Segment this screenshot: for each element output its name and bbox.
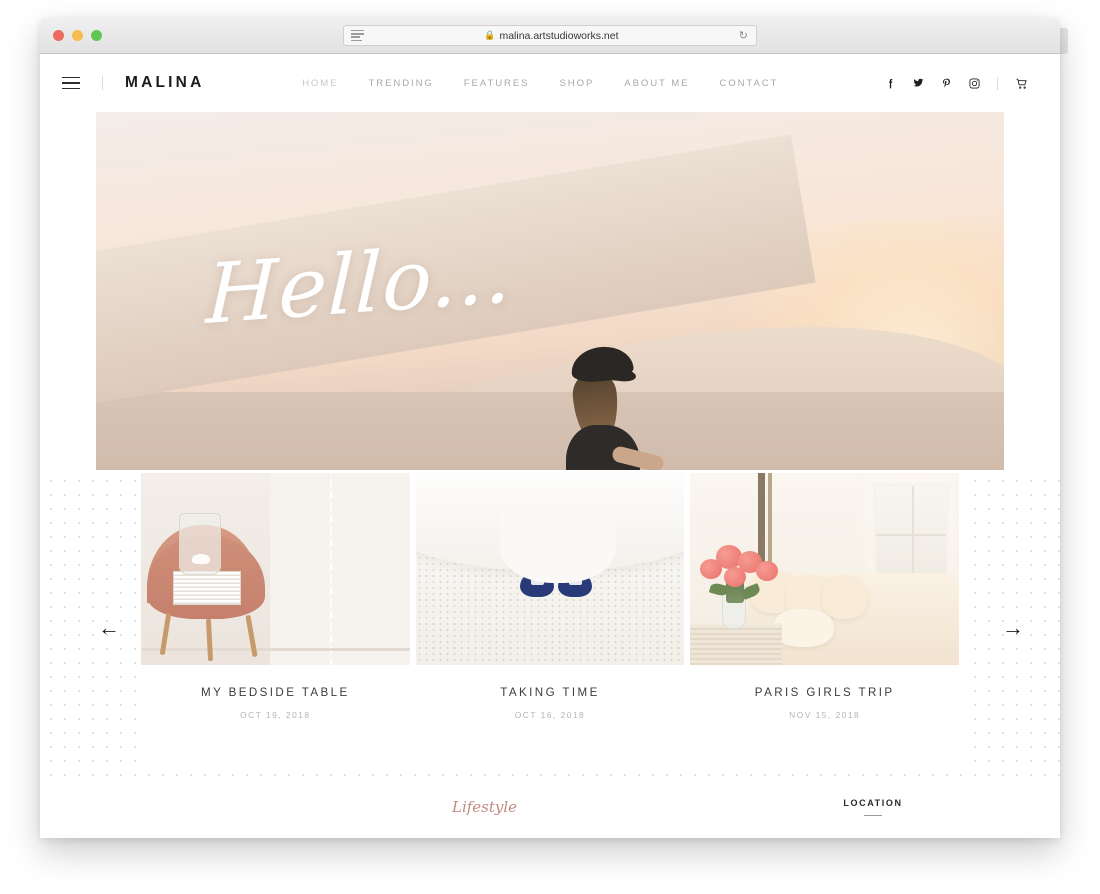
post-card[interactable]: PARIS GIRLS TRIP NOV 15, 2018	[687, 470, 963, 764]
post-thumbnail-bedside-table[interactable]	[138, 470, 413, 668]
nav-item-trending[interactable]: TRENDING	[368, 78, 433, 89]
page-viewport: MALINA HOME TRENDING FEATURES SHOP ABOUT…	[40, 54, 1060, 838]
address-bar-content: 🔒 malina.artstudioworks.net	[364, 30, 739, 42]
reader-view-icon[interactable]	[351, 30, 364, 41]
pinterest-icon[interactable]	[932, 69, 960, 97]
post-title[interactable]: MY BEDSIDE TABLE	[138, 686, 413, 699]
post-card[interactable]: TAKING TIME OCT 16, 2018	[412, 470, 688, 764]
maximize-window-button[interactable]	[91, 30, 102, 41]
carousel-next-arrow-icon[interactable]: →	[996, 611, 1030, 645]
minimize-window-button[interactable]	[72, 30, 83, 41]
post-carousel: ← → MY BEDSIDE TABLE OCT 19, 2018 TAKING…	[40, 470, 1060, 788]
nav-item-home[interactable]: HOME	[302, 78, 338, 89]
site-header: MALINA HOME TRENDING FEATURES SHOP ABOUT…	[40, 54, 1060, 112]
footer-location-underline	[864, 814, 882, 817]
post-meta: TAKING TIME OCT 16, 2018	[412, 668, 688, 720]
main-navigation: HOME TRENDING FEATURES SHOP ABOUT ME CON…	[302, 78, 778, 89]
nav-item-contact[interactable]: CONTACT	[719, 78, 778, 89]
header-divider	[102, 76, 103, 90]
footer-location-label: LOCATION	[843, 797, 903, 808]
lock-icon: 🔒	[484, 30, 496, 40]
post-thumbnail-taking-time[interactable]	[412, 470, 688, 668]
post-title[interactable]: PARIS GIRLS TRIP	[687, 686, 962, 699]
footer-script-label: Lifestyle	[452, 798, 518, 816]
shopping-cart-icon[interactable]	[1007, 69, 1035, 97]
address-bar-url: malina.artstudioworks.net	[499, 29, 619, 42]
facebook-icon[interactable]	[876, 69, 904, 97]
close-window-button[interactable]	[53, 30, 64, 41]
nav-item-about-me[interactable]: ABOUT ME	[624, 78, 689, 89]
carousel-track: MY BEDSIDE TABLE OCT 19, 2018 TAKING TIM…	[138, 470, 963, 764]
hero-banner[interactable]: Hello...	[96, 112, 1004, 512]
footer-location-block[interactable]: LOCATION	[828, 798, 918, 817]
site-logo[interactable]: MALINA	[125, 74, 204, 92]
browser-toolbar: 🔒 malina.artstudioworks.net ↻	[40, 18, 1060, 54]
post-meta: MY BEDSIDE TABLE OCT 19, 2018	[138, 668, 413, 720]
post-meta: PARIS GIRLS TRIP NOV 15, 2018	[687, 668, 963, 720]
nav-item-features[interactable]: FEATURES	[464, 78, 530, 89]
browser-window: 🔒 malina.artstudioworks.net ↻ MALINA HOM…	[40, 18, 1060, 838]
desktop-backdrop: + 🔒 malina.artstudioworks.net ↻	[0, 0, 1100, 894]
post-date: OCT 16, 2018	[514, 710, 586, 720]
nav-item-shop[interactable]: SHOP	[559, 78, 594, 89]
twitter-icon[interactable]	[904, 69, 932, 97]
post-thumbnail-paris-girls-trip[interactable]	[687, 470, 963, 668]
post-date: OCT 19, 2018	[240, 710, 311, 720]
window-controls	[53, 30, 102, 41]
social-divider	[997, 76, 998, 90]
hamburger-menu-icon[interactable]	[62, 76, 80, 90]
address-bar[interactable]: 🔒 malina.artstudioworks.net ↻	[343, 25, 757, 46]
post-date: NOV 15, 2018	[789, 710, 861, 720]
social-links	[876, 69, 1035, 97]
carousel-prev-arrow-icon[interactable]: ←	[92, 611, 126, 645]
reload-icon[interactable]: ↻	[739, 29, 748, 42]
post-title[interactable]: TAKING TIME	[413, 686, 688, 699]
instagram-icon[interactable]	[960, 69, 988, 97]
footer-strip: Lifestyle LOCATION	[40, 776, 1060, 838]
post-card[interactable]: MY BEDSIDE TABLE OCT 19, 2018	[138, 470, 413, 764]
